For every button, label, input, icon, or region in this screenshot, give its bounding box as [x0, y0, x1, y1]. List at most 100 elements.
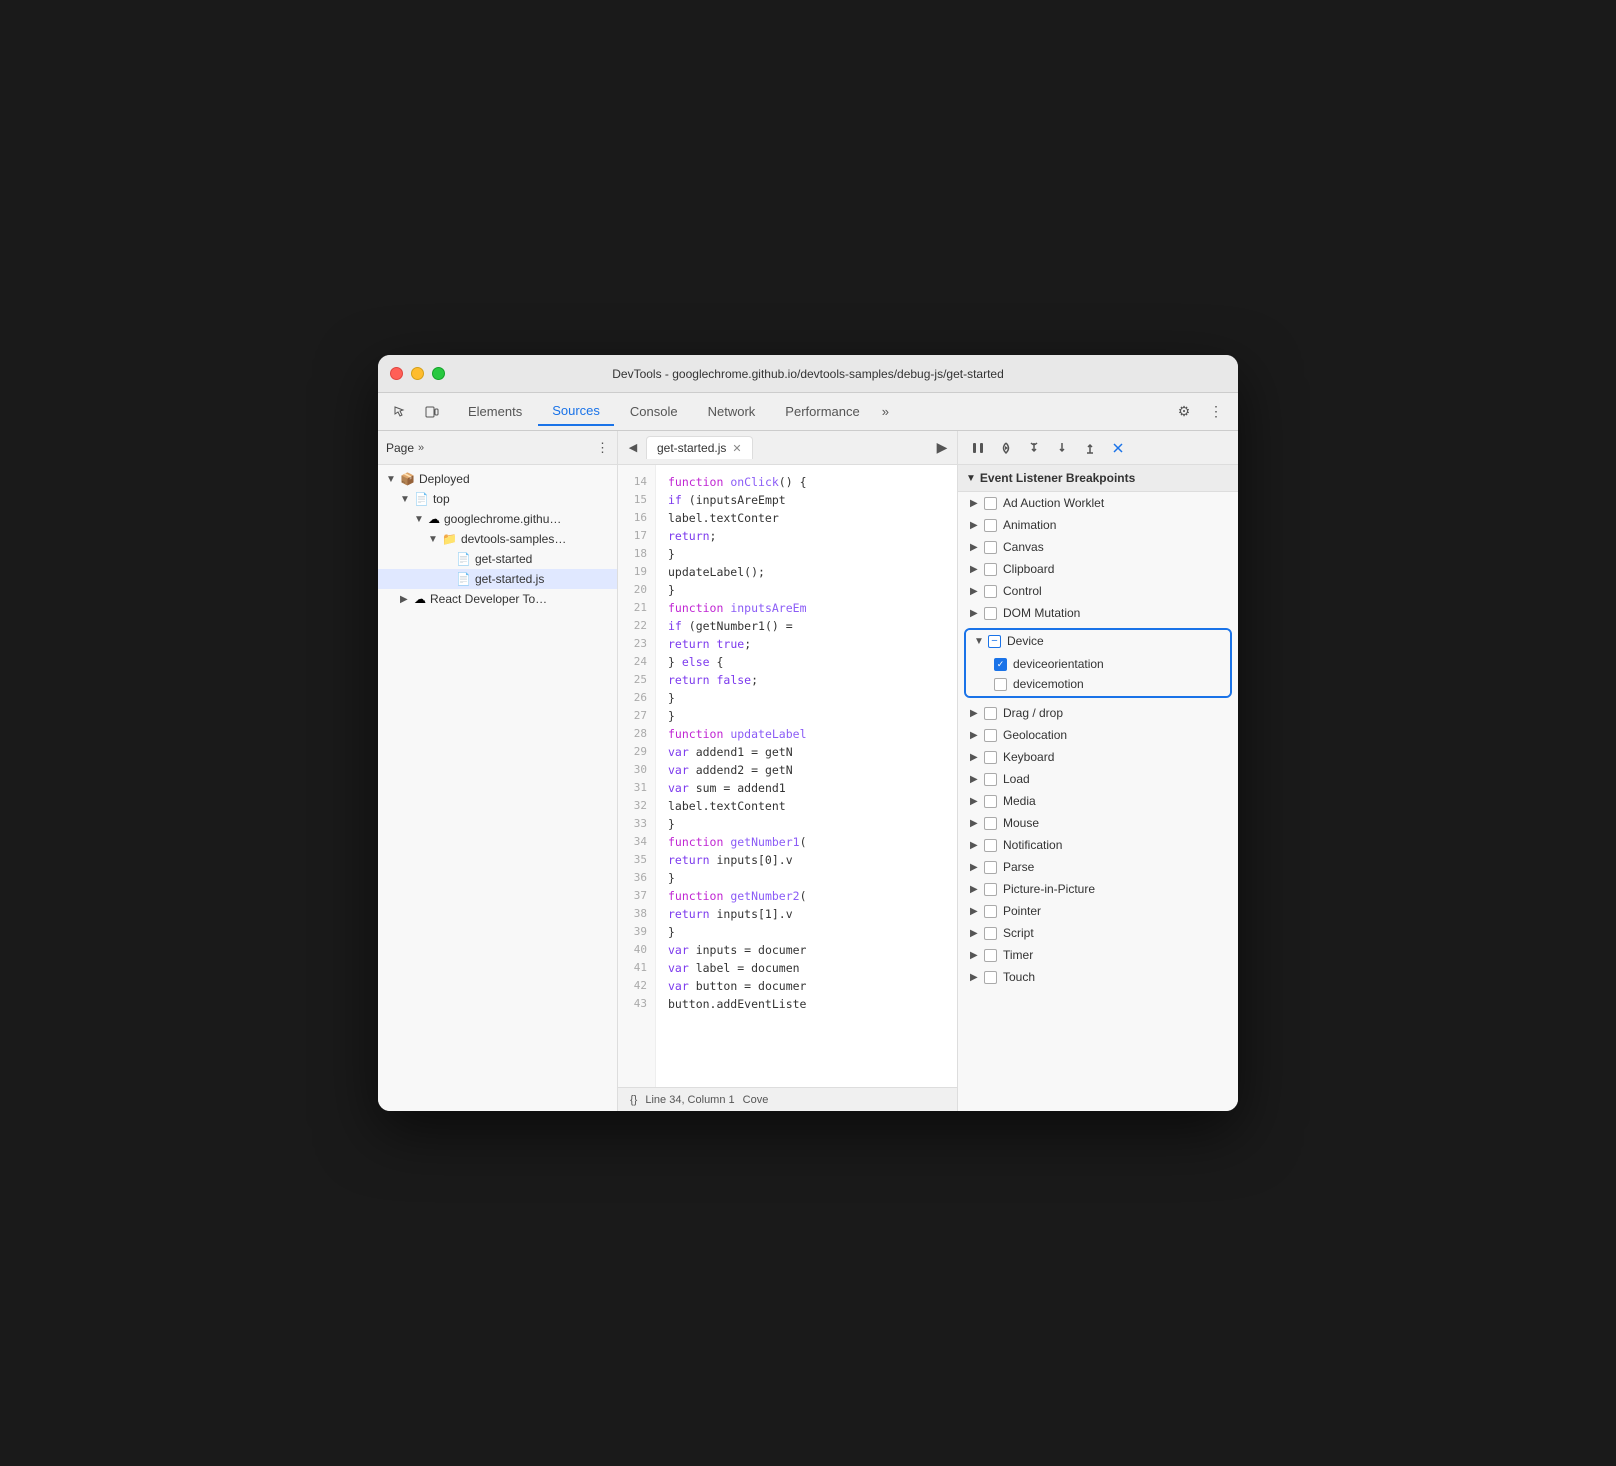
tree-item-get-started[interactable]: ▶ 📄 get-started [378, 549, 617, 569]
bp-checkbox-clipboard[interactable] [984, 563, 997, 576]
editor-back-btn[interactable]: ◀ [622, 437, 644, 459]
tab-more-button[interactable]: » [876, 400, 895, 423]
tab-performance[interactable]: Performance [771, 398, 873, 425]
editor-tab-close-icon[interactable]: ✕ [732, 442, 741, 455]
tab-sources[interactable]: Sources [538, 397, 614, 426]
bp-item-timer[interactable]: ▶ Timer [958, 944, 1238, 966]
bp-label-ad-auction: Ad Auction Worklet [1003, 496, 1104, 510]
step-out-button[interactable] [1078, 436, 1102, 460]
tree-item-deployed[interactable]: ▼ 📦 Deployed [378, 469, 617, 489]
deployed-icon: 📦 [400, 472, 415, 486]
bp-item-parse[interactable]: ▶ Parse [958, 856, 1238, 878]
line-num-15: 15 [618, 491, 655, 509]
bp-arrow-clipboard-icon: ▶ [970, 564, 984, 575]
bp-arrow-touch-icon: ▶ [970, 972, 984, 983]
bp-label-drag: Drag / drop [1003, 706, 1063, 720]
pause-button[interactable] [966, 436, 990, 460]
bp-checkbox-deviceorientation[interactable] [994, 658, 1007, 671]
tab-network[interactable]: Network [694, 398, 770, 425]
device-section-header[interactable]: ▼ Device [966, 630, 1230, 652]
bp-checkbox-mouse[interactable] [984, 817, 997, 830]
tree-item-devtools-samples[interactable]: ▼ 📁 devtools-samples… [378, 529, 617, 549]
sidebar-more-icon[interactable]: » [418, 442, 424, 454]
bp-item-touch[interactable]: ▶ Touch [958, 966, 1238, 988]
bp-checkbox-drag[interactable] [984, 707, 997, 720]
tree-item-get-started-js[interactable]: ▶ 📄 get-started.js [378, 569, 617, 589]
bp-item-load[interactable]: ▶ Load [958, 768, 1238, 790]
device-child-devicemotion[interactable]: devicemotion [966, 674, 1230, 694]
bp-checkbox-script[interactable] [984, 927, 997, 940]
line-num-29: 29 [618, 743, 655, 761]
bp-checkbox-ad-auction[interactable] [984, 497, 997, 510]
code-editor: ◀ get-started.js ✕ ▶ 14 15 16 17 18 19 2… [618, 431, 958, 1111]
bp-item-control[interactable]: ▶ Control [958, 580, 1238, 602]
bp-item-picture-in-picture[interactable]: ▶ Picture-in-Picture [958, 878, 1238, 900]
device-child-deviceorientation[interactable]: deviceorientation [966, 654, 1230, 674]
bp-checkbox-devicemotion[interactable] [994, 678, 1007, 691]
bp-item-ad-auction[interactable]: ▶ Ad Auction Worklet [958, 492, 1238, 514]
editor-tab-get-started-js[interactable]: get-started.js ✕ [646, 436, 753, 459]
close-button[interactable] [390, 367, 403, 380]
bp-arrow-canvas-icon: ▶ [970, 542, 984, 553]
bp-label-canvas: Canvas [1003, 540, 1044, 554]
sidebar-header: Page » ⋮ [378, 431, 617, 465]
bp-checkbox-parse[interactable] [984, 861, 997, 874]
bp-item-mouse[interactable]: ▶ Mouse [958, 812, 1238, 834]
bp-checkbox-pointer[interactable] [984, 905, 997, 918]
bp-arrow-dom-icon: ▶ [970, 608, 984, 619]
bp-item-pointer[interactable]: ▶ Pointer [958, 900, 1238, 922]
device-label: Device [1007, 634, 1044, 648]
sidebar-menu-icon[interactable]: ⋮ [596, 440, 609, 456]
bp-item-drag-drop[interactable]: ▶ Drag / drop [958, 702, 1238, 724]
event-listener-breakpoints-header[interactable]: ▼ Event Listener Breakpoints [958, 465, 1238, 492]
tree-item-top[interactable]: ▼ 📄 top [378, 489, 617, 509]
tab-console[interactable]: Console [616, 398, 692, 425]
tab-elements[interactable]: Elements [454, 398, 536, 425]
device-mode-icon[interactable] [418, 398, 446, 426]
inspect-icon[interactable] [386, 398, 414, 426]
bp-checkbox-keyboard[interactable] [984, 751, 997, 764]
line-num-23: 23 [618, 635, 655, 653]
editor-run-btn[interactable]: ▶ [931, 437, 953, 459]
bp-checkbox-media[interactable] [984, 795, 997, 808]
settings-icon[interactable]: ⚙ [1170, 398, 1198, 426]
resume-button[interactable] [994, 436, 1018, 460]
bp-item-script[interactable]: ▶ Script [958, 922, 1238, 944]
bp-checkbox-dom[interactable] [984, 607, 997, 620]
bp-checkbox-geo[interactable] [984, 729, 997, 742]
code-line-25: return false; [668, 671, 945, 689]
bp-checkbox-canvas[interactable] [984, 541, 997, 554]
bp-item-animation[interactable]: ▶ Animation [958, 514, 1238, 536]
line-num-35: 35 [618, 851, 655, 869]
code-area[interactable]: 14 15 16 17 18 19 20 21 22 23 24 25 26 2… [618, 465, 957, 1087]
bp-item-clipboard[interactable]: ▶ Clipboard [958, 558, 1238, 580]
minimize-button[interactable] [411, 367, 424, 380]
device-minus-checkbox[interactable] [988, 635, 1001, 648]
bp-item-dom-mutation[interactable]: ▶ DOM Mutation [958, 602, 1238, 624]
bp-item-notification[interactable]: ▶ Notification [958, 834, 1238, 856]
bp-arrow-icon: ▶ [970, 498, 984, 509]
tree-item-googlechrome[interactable]: ▼ ☁ googlechrome.githu… [378, 509, 617, 529]
bp-item-media[interactable]: ▶ Media [958, 790, 1238, 812]
bp-checkbox-animation[interactable] [984, 519, 997, 532]
bp-checkbox-control[interactable] [984, 585, 997, 598]
status-line-col: Line 34, Column 1 [645, 1094, 734, 1106]
bp-label-dom-mutation: DOM Mutation [1003, 606, 1080, 620]
bp-item-geolocation[interactable]: ▶ Geolocation [958, 724, 1238, 746]
more-options-icon[interactable]: ⋮ [1202, 398, 1230, 426]
devtools-samples-label: devtools-samples… [461, 532, 566, 546]
bp-item-canvas[interactable]: ▶ Canvas [958, 536, 1238, 558]
bp-checkbox-load[interactable] [984, 773, 997, 786]
bp-item-keyboard[interactable]: ▶ Keyboard [958, 746, 1238, 768]
bp-checkbox-notification[interactable] [984, 839, 997, 852]
deactivate-breakpoints-button[interactable] [1106, 436, 1130, 460]
maximize-button[interactable] [432, 367, 445, 380]
bp-checkbox-pip[interactable] [984, 883, 997, 896]
step-into-button[interactable] [1050, 436, 1074, 460]
bp-checkbox-timer[interactable] [984, 949, 997, 962]
file-tree: ▼ 📦 Deployed ▼ 📄 top ▼ ☁ googlechrome.gi… [378, 465, 617, 1111]
bp-checkbox-touch[interactable] [984, 971, 997, 984]
tree-item-react-devtools[interactable]: ▶ ☁ React Developer To… [378, 589, 617, 609]
step-over-button[interactable] [1022, 436, 1046, 460]
devicemotion-label: devicemotion [1013, 677, 1084, 691]
